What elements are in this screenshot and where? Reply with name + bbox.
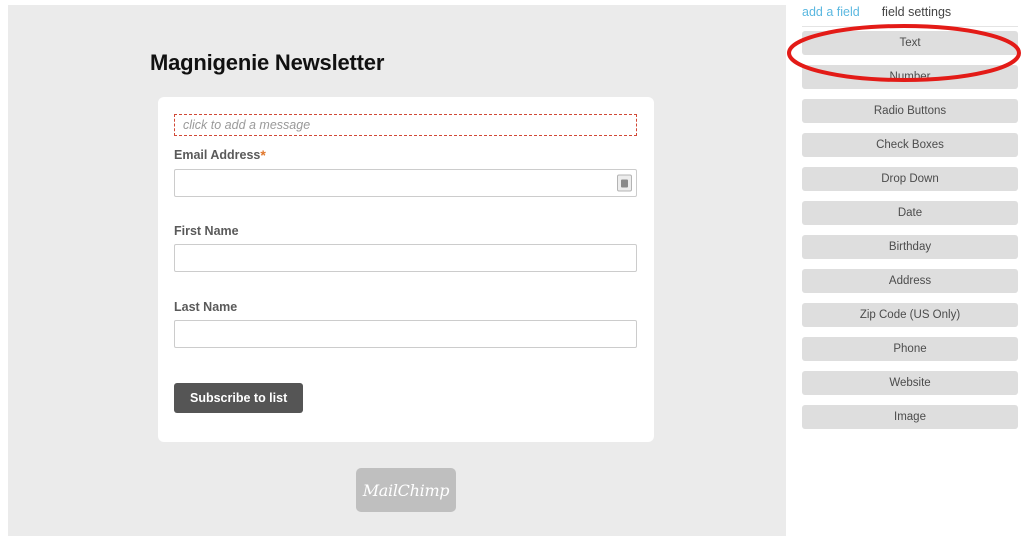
message-placeholder-label: click to add a message [183, 118, 311, 132]
message-placeholder-box[interactable]: click to add a message [174, 114, 637, 136]
field-editor-sidebar: add a field field settings Text Number R… [786, 0, 1030, 536]
field-type-radio-buttons[interactable]: Radio Buttons [802, 99, 1018, 123]
tab-field-settings[interactable]: field settings [882, 5, 951, 19]
field-type-birthday[interactable]: Birthday [802, 235, 1018, 259]
mailchimp-logo-text: MailChimp [362, 480, 450, 500]
sidebar-divider [802, 26, 1018, 27]
tab-add-a-field[interactable]: add a field [802, 5, 860, 19]
sidebar-tabs: add a field field settings [802, 5, 1018, 19]
field-type-number[interactable]: Number [802, 65, 1018, 89]
field-type-website[interactable]: Website [802, 371, 1018, 395]
field-type-zip-code[interactable]: Zip Code (US Only) [802, 303, 1018, 327]
last-name-field[interactable] [174, 320, 637, 348]
email-field[interactable] [174, 169, 637, 197]
field-type-date[interactable]: Date [802, 201, 1018, 225]
field-group-last-name: Last Name [174, 300, 637, 348]
field-label-email: Email Address* [174, 147, 266, 163]
field-type-address[interactable]: Address [802, 269, 1018, 293]
signup-form-card: click to add a message Email Address* Fi… [158, 97, 654, 442]
field-type-drop-down[interactable]: Drop Down [802, 167, 1018, 191]
mailchimp-logo: MailChimp [356, 468, 456, 512]
field-label-first-name: First Name [174, 224, 239, 238]
field-type-list: Text Number Radio Buttons Check Boxes Dr… [802, 31, 1018, 439]
required-asterisk-icon: * [260, 147, 266, 163]
form-preview-canvas: Magnigenie Newsletter click to add a mes… [8, 5, 786, 536]
autofill-contact-icon[interactable] [617, 174, 632, 192]
field-group-first-name: First Name [174, 224, 637, 272]
field-type-image[interactable]: Image [802, 405, 1018, 429]
subscribe-button[interactable]: Subscribe to list [174, 383, 304, 413]
field-type-text[interactable]: Text [802, 31, 1018, 55]
page-title: Magnigenie Newsletter [150, 50, 385, 75]
first-name-field[interactable] [174, 244, 637, 272]
field-type-phone[interactable]: Phone [802, 337, 1018, 361]
field-label-last-name: Last Name [174, 300, 238, 314]
field-group-email: Email Address* [174, 147, 637, 197]
field-type-check-boxes[interactable]: Check Boxes [802, 133, 1018, 157]
